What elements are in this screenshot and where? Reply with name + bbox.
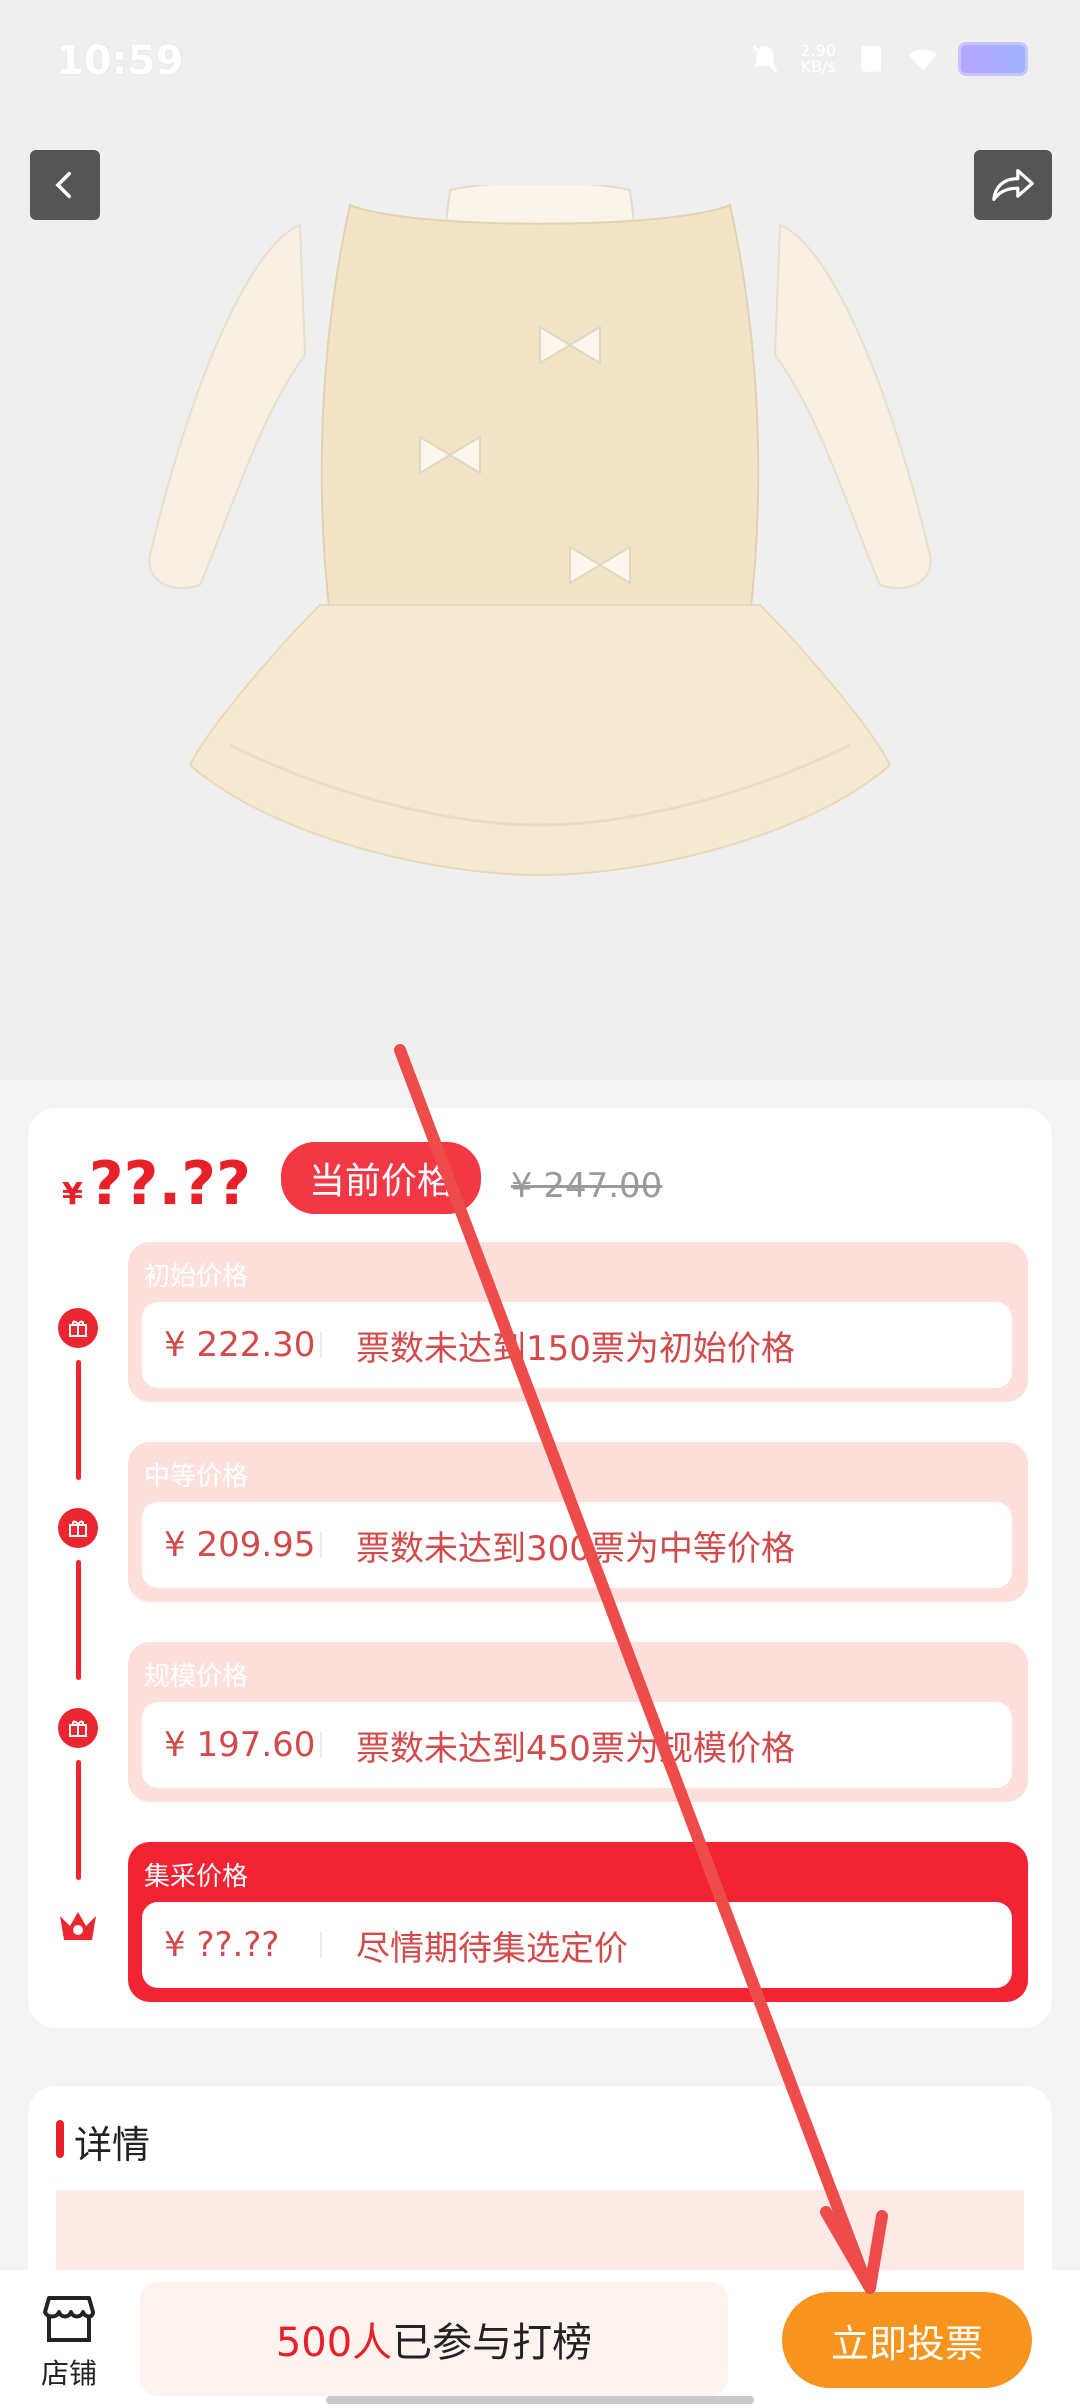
price-timeline (58, 1308, 118, 1958)
vote-now-button[interactable]: 立即投票 (782, 2292, 1032, 2388)
share-button[interactable] (974, 150, 1052, 220)
tier-description: 票数未达到150票为初始价格 (356, 1328, 795, 1369)
tier-scale: 规模价格 ¥ 197.60 票数未达到450票为规模价格 (128, 1642, 1028, 1802)
tier-name: 中等价格 (144, 1462, 249, 1492)
tier-description: 票数未达到300票为中等价格 (356, 1528, 795, 1569)
battery-icon (958, 42, 1028, 76)
section-accent-bar (56, 2120, 64, 2158)
current-price-badge: 当前价格 (280, 1142, 481, 1214)
tier-name: 初始价格 (144, 1262, 249, 1292)
bottom-bar: 店铺 500人 已参与打榜 立即投票 (0, 2270, 1080, 2408)
original-price: ¥ 247.00 (510, 1166, 663, 1206)
share-arrow-icon (992, 169, 1034, 201)
current-price: ??.?? (88, 1149, 251, 1219)
product-image-area (0, 0, 1080, 1080)
tier-price: ¥ 209.95 (164, 1525, 316, 1565)
tier-name: 集采价格 (144, 1862, 249, 1892)
product-image (148, 185, 932, 877)
gift-icon (58, 1308, 98, 1348)
gift-icon (58, 1508, 98, 1548)
participant-count: 500人 (275, 2320, 393, 2366)
tier-initial: 初始价格 ¥ 222.30 票数未达到150票为初始价格 (128, 1242, 1028, 1402)
tier-description: 尽情期待集选定价 (356, 1928, 628, 1969)
participants-box: 500人 已参与打榜 (140, 2282, 728, 2396)
chevron-left-icon (55, 171, 72, 199)
crown-icon (60, 1912, 96, 1940)
tier-name: 规模价格 (144, 1662, 249, 1692)
tier-group-buy: 集采价格 ¥ ??.?? 尽情期待集选定价 (128, 1842, 1028, 2002)
tier-price: ¥ 197.60 (164, 1725, 316, 1765)
tier-description: 票数未达到450票为规模价格 (356, 1728, 795, 1769)
tier-price: ¥ ??.?? (164, 1925, 280, 1965)
mute-bell-icon (752, 45, 778, 73)
back-button[interactable] (30, 150, 100, 220)
store-button[interactable]: 店铺 (36, 2294, 102, 2392)
sim-icon (861, 46, 881, 72)
network-speed: 2.90 KB/s (800, 41, 836, 76)
details-title: 详情 (74, 2123, 151, 2167)
gift-icon (58, 1708, 98, 1748)
participant-text: 已参与打榜 (392, 2320, 593, 2366)
status-bar: 10:59 2.90 KB/s (0, 0, 1080, 120)
current-price-currency: ¥ (62, 1177, 83, 1212)
store-label: 店铺 (40, 2357, 97, 2390)
home-indicator[interactable] (326, 2396, 754, 2404)
store-icon (43, 2296, 95, 2342)
price-card: ¥??.?? 当前价格 ¥ 247.00 初始价格 ¥ 222.30 票数未达到… (28, 1108, 1052, 2028)
wifi-icon (908, 49, 938, 71)
tier-price: ¥ 222.30 (164, 1325, 316, 1365)
status-time: 10:59 (56, 38, 184, 84)
tier-medium: 中等价格 ¥ 209.95 票数未达到300票为中等价格 (128, 1442, 1028, 1602)
